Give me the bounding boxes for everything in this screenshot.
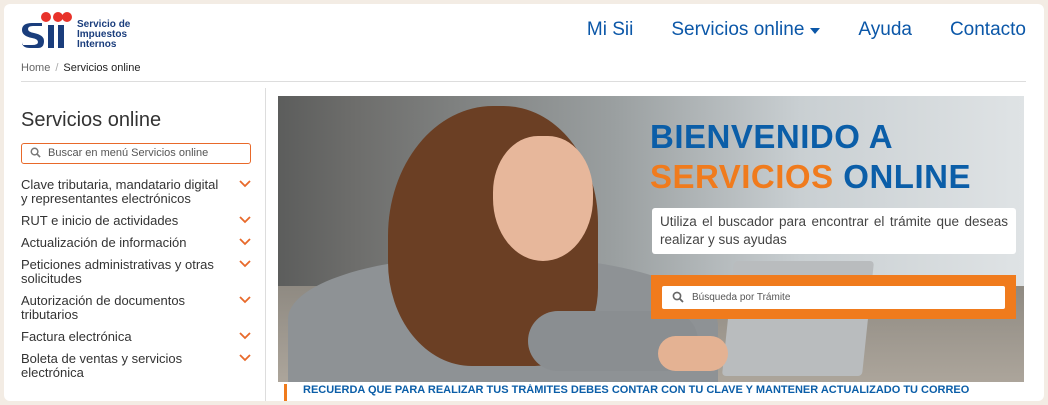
- sidebar-item-actualizacion[interactable]: Actualización de información: [21, 236, 253, 250]
- sidebar-item-clave-tributaria[interactable]: Clave tributaria, mandatario digital y r…: [21, 178, 253, 206]
- page: Servicio de Impuestos Internos Mi Sii Se…: [4, 4, 1044, 401]
- chevron-down-icon: [239, 332, 251, 340]
- tramite-search-placeholder: Búsqueda por Trámite: [692, 292, 791, 303]
- nav-servicios-online[interactable]: Servicios online: [671, 19, 821, 41]
- nav-mi-sii[interactable]: Mi Sii: [587, 19, 633, 41]
- sii-logo-text: Servicio de Impuestos Internos: [77, 20, 130, 50]
- sidebar-item-label: RUT e inicio de actividades: [21, 213, 179, 228]
- chevron-down-icon: [239, 238, 251, 246]
- chevron-down-icon: [239, 354, 251, 362]
- notice-ticker: RECUERDA QUE PARA REALIZAR TUS TRÁMITES …: [284, 384, 1024, 401]
- tramite-search-input[interactable]: Búsqueda por Trámite: [662, 286, 1005, 309]
- hero-title-servicios: SERVICIOS: [650, 158, 834, 195]
- logo-line-3: Internos: [77, 39, 117, 50]
- hero-content: BIENVENIDO A SERVICIOS ONLINE Utiliza el…: [650, 96, 1024, 382]
- hero-title-online: ONLINE: [843, 158, 971, 195]
- hero-title-line2: SERVICIOS ONLINE: [650, 158, 971, 196]
- search-icon: [30, 147, 41, 158]
- notice-ticker-text: RECUERDA QUE PARA REALIZAR TUS TRÁMITES …: [303, 384, 970, 396]
- sidebar-item-factura[interactable]: Factura electrónica: [21, 330, 253, 344]
- sidebar-item-boleta[interactable]: Boleta de ventas y servicios electrónica: [21, 352, 253, 380]
- nav-ayuda-label: Ayuda: [858, 19, 912, 40]
- sidebar: Servicios online Buscar en menú Servicio…: [4, 88, 266, 401]
- sidebar-menu: Clave tributaria, mandatario digital y r…: [21, 178, 253, 388]
- sidebar-item-label: Clave tributaria, mandatario digital y r…: [21, 177, 219, 206]
- hero-title-line1: BIENVENIDO A: [650, 118, 894, 155]
- sidebar-item-label: Boleta de ventas y servicios electrónica: [21, 351, 183, 380]
- sii-logo-mark: [22, 12, 72, 48]
- sidebar-item-label: Peticiones administrativas y otras solic…: [21, 257, 214, 286]
- chevron-down-icon: [239, 260, 251, 268]
- breadcrumb-separator: /: [55, 62, 59, 74]
- nav-contacto-label: Contacto: [949, 19, 1026, 40]
- chevron-down-icon: [239, 216, 251, 224]
- caret-down-icon: [810, 28, 821, 34]
- nav-mi-sii-label: Mi Sii: [586, 19, 634, 40]
- sidebar-item-label: Autorización de documentos tributarios: [21, 293, 186, 322]
- sidebar-search-input[interactable]: Buscar en menú Servicios online: [21, 143, 251, 164]
- sidebar-item-peticiones[interactable]: Peticiones administrativas y otras solic…: [21, 258, 253, 286]
- sidebar-item-rut[interactable]: RUT e inicio de actividades: [21, 214, 253, 228]
- sii-logo[interactable]: Servicio de Impuestos Internos: [20, 10, 160, 50]
- hero-description: Utiliza el buscador para encontrar el tr…: [652, 208, 1016, 254]
- breadcrumb-current: Servicios online: [63, 62, 141, 74]
- sidebar-title: Servicios online: [21, 109, 162, 131]
- sidebar-item-label: Actualización de información: [21, 235, 187, 250]
- site-header: Servicio de Impuestos Internos Mi Sii Se…: [4, 4, 1044, 56]
- chevron-down-icon: [239, 180, 251, 188]
- breadcrumb-home[interactable]: Home: [21, 62, 50, 74]
- breadcrumb: Home / Servicios online: [21, 62, 1026, 82]
- sidebar-item-autorizacion[interactable]: Autorización de documentos tributarios: [21, 294, 253, 322]
- nav-contacto[interactable]: Contacto: [950, 19, 1026, 41]
- hero-photo-person-face: [493, 136, 593, 261]
- hero-banner: BIENVENIDO A SERVICIOS ONLINE Utiliza el…: [278, 96, 1024, 382]
- nav-ayuda[interactable]: Ayuda: [858, 19, 912, 41]
- main-nav: Mi Sii Servicios online Ayuda Contacto: [549, 19, 1026, 41]
- search-icon: [672, 291, 684, 303]
- sidebar-search-placeholder: Buscar en menú Servicios online: [48, 147, 209, 159]
- sidebar-item-label: Factura electrónica: [21, 329, 132, 344]
- chevron-down-icon: [239, 296, 251, 304]
- tramite-search-box: Búsqueda por Trámite: [651, 275, 1016, 319]
- nav-servicios-label: Servicios online: [671, 19, 805, 40]
